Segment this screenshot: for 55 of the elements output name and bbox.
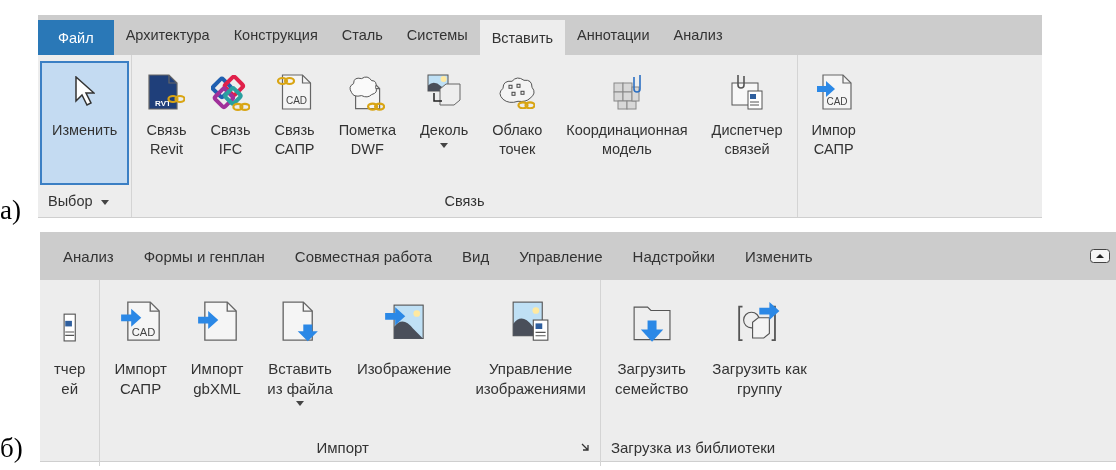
ribbon-tab[interactable]: Изменить (729, 232, 828, 280)
ribbon-tab[interactable]: Анализ (48, 232, 129, 280)
ribbon-tab[interactable]: Управление (504, 232, 618, 280)
ribbon-tab[interactable]: Надстройки (617, 232, 730, 280)
ribbon-button[interactable]: RVT Связь Revit (134, 61, 199, 185)
ribbon-button[interactable]: Облако точек (480, 61, 555, 185)
panel-title[interactable]: Выбор (48, 193, 93, 209)
figure-label: а) (0, 197, 22, 224)
picture-document-icon (512, 301, 550, 342)
ribbon-button[interactable]: Изменить (40, 61, 130, 185)
cloud-document-icon (349, 76, 386, 111)
ribbon-tab[interactable]: Вид (447, 232, 505, 280)
ribbon-button[interactable]: CAD Связь САПР (262, 61, 327, 185)
picture-arrow-icon (383, 303, 425, 340)
picture-cube-icon (427, 74, 462, 106)
figure-label: б) (0, 435, 24, 462)
ribbon-tab[interactable]: Конструкция (221, 15, 330, 55)
ribbon-tab[interactable]: Архитектура (113, 15, 222, 55)
panel-title: Импорт (316, 438, 369, 456)
document-down-arrow-icon (281, 301, 319, 343)
folder-down-arrow-icon (632, 305, 671, 343)
document-arrow-icon (196, 301, 238, 342)
ribbon-button[interactable]: Управление изображениями (463, 286, 598, 428)
ribbon-button[interactable]: Диспетчер связей (699, 61, 795, 185)
ribbon-button[interactable]: Координационная модель (554, 61, 700, 185)
collapse-ribbon-button[interactable] (1090, 249, 1110, 263)
ribbon-button[interactable]: Деколь (408, 61, 481, 185)
ribbon-tab[interactable]: Аннотации (565, 15, 662, 55)
cursor-icon (74, 76, 95, 106)
ribbon-button[interactable]: Пометка DWF (326, 61, 409, 185)
ribbon-tab[interactable]: Системы (394, 15, 480, 55)
ribbon-tab[interactable]: Файл (38, 20, 114, 55)
ribbon-tab[interactable]: Анализ (661, 15, 735, 55)
ribbon-tab[interactable]: Совместная работа (279, 232, 448, 280)
panel-title: Связь (444, 193, 485, 209)
ribbon-button[interactable]: CAD Импор САПР (799, 61, 868, 185)
ribbon-button[interactable]: Загрузить как группу (700, 286, 819, 428)
panel-title: Загрузка из библиотеки (610, 438, 776, 456)
ribbon-button[interactable]: Связь IFC (198, 61, 263, 185)
ribbon-tab[interactable]: Формы и генплан (128, 232, 280, 280)
ribbon-button[interactable]: Изображение (344, 286, 464, 428)
ribbon-button[interactable]: Импорт gbXML (178, 286, 256, 428)
interlocked-squares-icon (210, 75, 251, 111)
ribbon-tab[interactable]: Сталь (329, 15, 395, 55)
ribbon-tab[interactable]: Вставить (479, 20, 566, 55)
document-fragment-icon (63, 312, 77, 342)
point-cloud-icon (498, 76, 536, 109)
ribbon-button[interactable]: CAD Импорт САПР (102, 286, 179, 428)
clipped-document-icon (731, 74, 764, 110)
ribbon-button[interactable]: Вставить из файла (255, 286, 345, 428)
ribbon-button[interactable]: Загрузить семейство (602, 286, 701, 428)
panel-launcher-icon[interactable] (580, 442, 590, 452)
cube-stack-icon (612, 74, 641, 110)
ribbon-button[interactable]: тчер ей (42, 286, 98, 428)
bracketed-shapes-icon (738, 301, 781, 342)
